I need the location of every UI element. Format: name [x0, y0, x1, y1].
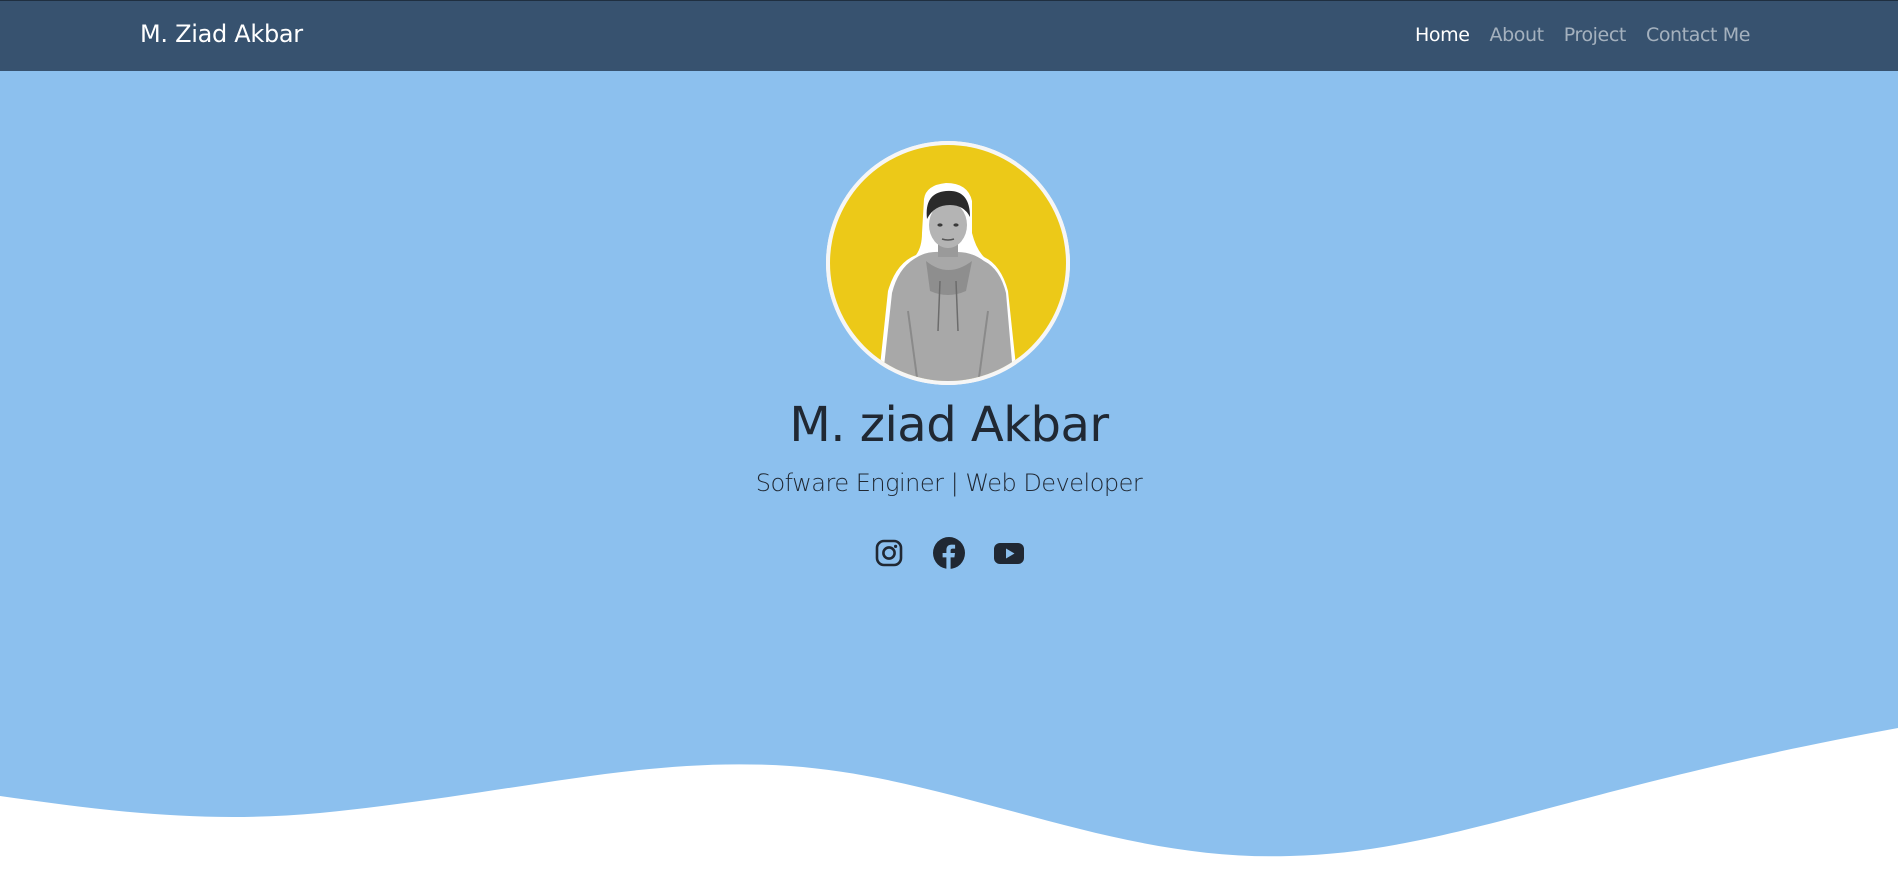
hero-section: M. ziad Akbar Sofware Enginer | Web Deve…	[0, 71, 1898, 872]
brand-link[interactable]: M. Ziad Akbar	[140, 20, 303, 48]
wave-divider	[0, 728, 1898, 872]
facebook-link[interactable]	[933, 537, 965, 569]
facebook-icon	[933, 537, 965, 569]
nav-link-contact[interactable]: Contact Me	[1646, 24, 1750, 46]
youtube-link[interactable]	[993, 537, 1025, 569]
nav-links: Home About Project Contact Me	[1415, 24, 1750, 46]
nav-link-about[interactable]: About	[1490, 24, 1545, 46]
hero-role: Sofware Enginer | Web Developer	[755, 469, 1143, 497]
profile-photo	[826, 141, 1070, 385]
nav-link-home[interactable]: Home	[1415, 24, 1470, 46]
social-links	[0, 537, 1898, 569]
profile-photo-illustration	[826, 141, 1070, 385]
navbar: M. Ziad Akbar Home About Project Contact…	[0, 0, 1898, 71]
nav-link-project[interactable]: Project	[1564, 24, 1627, 46]
youtube-icon	[994, 543, 1024, 564]
instagram-link[interactable]	[873, 537, 905, 569]
instagram-icon	[875, 539, 903, 567]
hero-name: M. ziad Akbar	[789, 397, 1109, 453]
